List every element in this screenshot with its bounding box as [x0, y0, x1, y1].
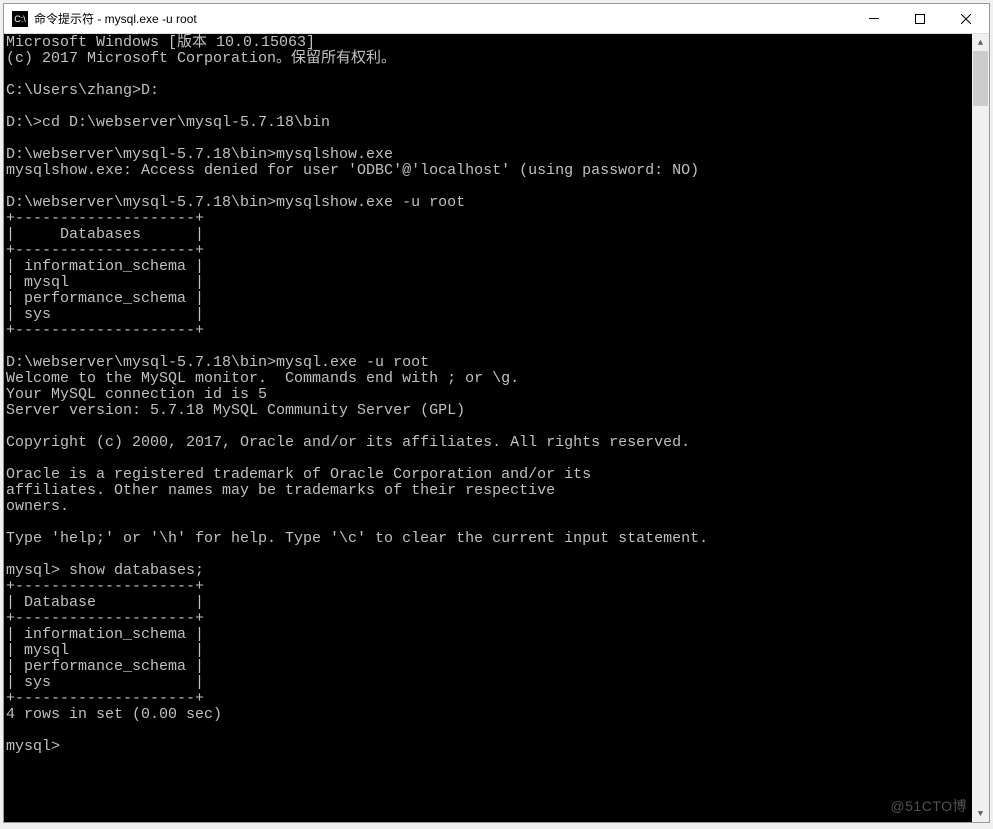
- terminal-line: Server version: 5.7.18 MySQL Community S…: [6, 402, 465, 419]
- maximize-icon: [915, 14, 925, 24]
- terminal-line: (c) 2017 Microsoft Corporation。保留所有权利。: [6, 50, 396, 67]
- terminal-line: D:\webserver\mysql-5.7.18\bin>mysqlshow.…: [6, 146, 393, 163]
- terminal-line: | sys |: [6, 674, 204, 691]
- window-controls: [851, 4, 989, 33]
- close-button[interactable]: [943, 4, 989, 33]
- terminal-area: Microsoft Windows [版本 10.0.15063] (c) 20…: [4, 34, 989, 822]
- terminal-line: +--------------------+: [6, 578, 204, 595]
- terminal-line: +--------------------+: [6, 242, 204, 259]
- minimize-button[interactable]: [851, 4, 897, 33]
- terminal-line: owners.: [6, 498, 69, 515]
- terminal-line: D:\>cd D:\webserver\mysql-5.7.18\bin: [6, 114, 330, 131]
- scroll-down-button[interactable]: ▼: [972, 805, 989, 822]
- window-title: 命令提示符 - mysql.exe -u root: [34, 10, 851, 27]
- terminal-line: | sys |: [6, 306, 204, 323]
- terminal-line: mysql> show databases;: [6, 562, 204, 579]
- terminal-line: +--------------------+: [6, 610, 204, 627]
- maximize-button[interactable]: [897, 4, 943, 33]
- terminal-line: Welcome to the MySQL monitor. Commands e…: [6, 370, 519, 387]
- minimize-icon: [869, 18, 879, 19]
- terminal-line: Copyright (c) 2000, 2017, Oracle and/or …: [6, 434, 690, 451]
- terminal-line: C:\Users\zhang>D:: [6, 82, 159, 99]
- terminal-line: | mysql |: [6, 642, 204, 659]
- terminal-line: D:\webserver\mysql-5.7.18\bin>mysql.exe …: [6, 354, 429, 371]
- terminal-line: affiliates. Other names may be trademark…: [6, 482, 555, 499]
- terminal-line: | information_schema |: [6, 258, 204, 275]
- terminal-line: D:\webserver\mysql-5.7.18\bin>mysqlshow.…: [6, 194, 465, 211]
- command-prompt-window: C:\ 命令提示符 - mysql.exe -u root Microsoft …: [3, 3, 990, 823]
- terminal-line: 4 rows in set (0.00 sec): [6, 706, 222, 723]
- app-icon: C:\: [12, 11, 28, 27]
- terminal-line: | information_schema |: [6, 626, 204, 643]
- terminal-line: | mysql |: [6, 274, 204, 291]
- titlebar[interactable]: C:\ 命令提示符 - mysql.exe -u root: [4, 4, 989, 34]
- terminal-line: Microsoft Windows [版本 10.0.15063]: [6, 34, 315, 51]
- terminal-line: Oracle is a registered trademark of Orac…: [6, 466, 591, 483]
- terminal-line: mysql>: [6, 738, 60, 755]
- close-icon: [961, 14, 971, 24]
- terminal-line: | performance_schema |: [6, 658, 204, 675]
- terminal-output[interactable]: Microsoft Windows [版本 10.0.15063] (c) 20…: [4, 34, 972, 822]
- terminal-line: Your MySQL connection id is 5: [6, 386, 267, 403]
- vertical-scrollbar[interactable]: ▲ ▼: [972, 34, 989, 822]
- terminal-line: +--------------------+: [6, 322, 204, 339]
- scrollbar-thumb[interactable]: [973, 51, 988, 106]
- terminal-line: +--------------------+: [6, 210, 204, 227]
- terminal-line: +--------------------+: [6, 690, 204, 707]
- terminal-line: mysqlshow.exe: Access denied for user 'O…: [6, 162, 699, 179]
- terminal-line: | Databases |: [6, 226, 204, 243]
- terminal-line: Type 'help;' or '\h' for help. Type '\c'…: [6, 530, 708, 547]
- scroll-up-button[interactable]: ▲: [972, 34, 989, 51]
- terminal-line: | Database |: [6, 594, 204, 611]
- terminal-line: | performance_schema |: [6, 290, 204, 307]
